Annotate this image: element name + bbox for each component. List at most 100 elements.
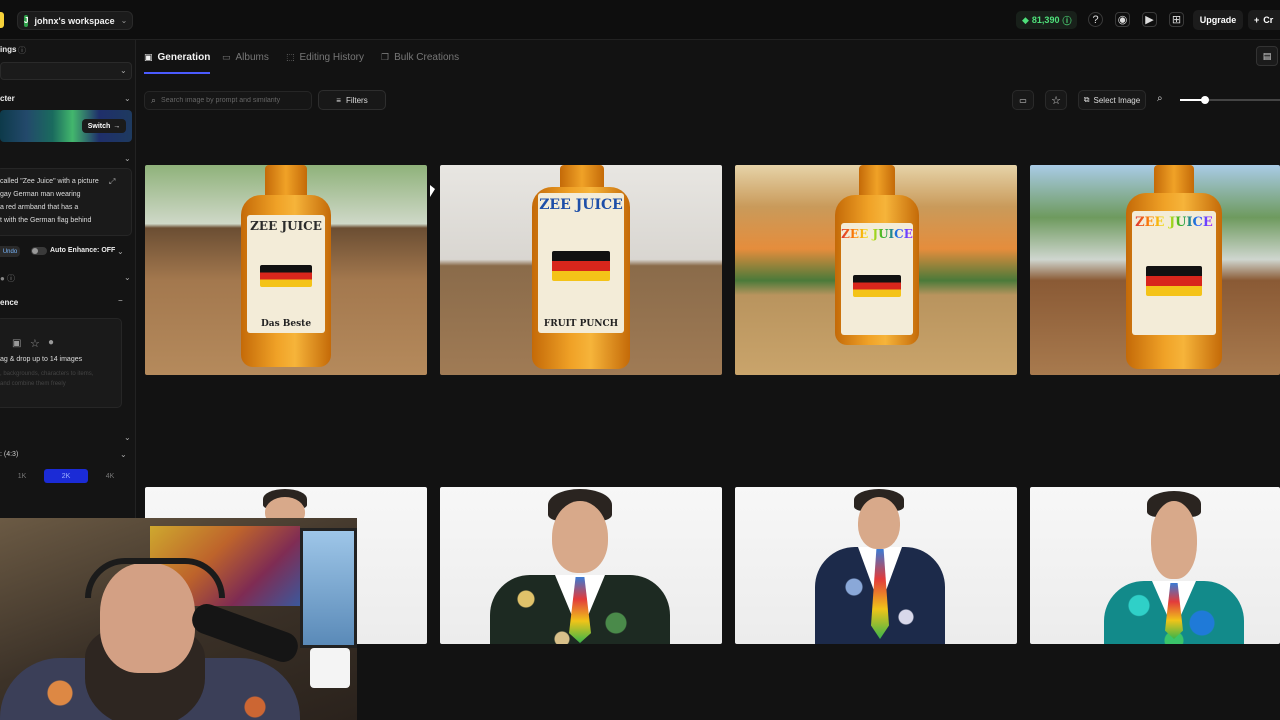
microphone	[188, 600, 302, 666]
head	[552, 501, 608, 573]
tab-bulk-creations[interactable]: ❐ Bulk Creations	[381, 50, 459, 64]
image-icon: ▣	[144, 51, 153, 62]
label-title: ZEE JUICE	[250, 219, 322, 233]
chevron-down-icon[interactable]: ⌄	[120, 450, 127, 459]
search-icon: ⌕	[151, 95, 157, 105]
head	[1151, 501, 1197, 579]
upload-subhint: and combine them freely	[0, 381, 66, 387]
select-image-button[interactable]: ⧉ Select Image	[1078, 90, 1146, 110]
chevron-down-icon[interactable]: ⌄	[124, 273, 131, 282]
zoom-slider-handle[interactable]	[1201, 96, 1209, 104]
auto-enhance-label: Auto Enhance: OFF	[50, 247, 116, 254]
chevron-down-icon[interactable]: ⌄	[117, 247, 124, 256]
image-icon: ▣	[12, 338, 22, 349]
bottle-label: ZEE JUICE FRUIT PUNCH	[538, 193, 624, 333]
video-icon[interactable]: ▶	[1142, 12, 1157, 27]
chat-icon[interactable]: ▤	[1256, 46, 1278, 66]
chevron-down-icon[interactable]: ⌄	[124, 433, 131, 442]
layout-toggle-icon[interactable]: ▭	[1012, 90, 1034, 110]
resolution-option-1k[interactable]: 1K	[0, 469, 44, 483]
star-icon[interactable]: ☆	[1045, 90, 1067, 110]
discord-icon[interactable]: ◉	[1115, 12, 1130, 27]
credits-count: 81,390	[1031, 15, 1060, 25]
gift-icon[interactable]: ⊞	[1169, 12, 1184, 27]
gallery-image[interactable]: ZEE JUICE	[735, 165, 1017, 375]
top-bar: J johnx's workspace ⌄ ◆ 81,390 ⓘ ? ◉ ▶ ⊞…	[0, 0, 1280, 40]
create-button[interactable]: + Cr	[1248, 10, 1280, 30]
resolution-selector: 1K 2K 4K	[0, 469, 132, 483]
chevron-down-icon[interactable]: ⌄	[124, 154, 131, 163]
info-icon: ⓘ	[18, 46, 26, 55]
prompt-line: gay German man wearing	[0, 191, 81, 198]
gem-icon: ◆	[1022, 14, 1029, 25]
chevron-down-icon: ⌄	[120, 66, 127, 75]
zoom-icon: ⌕	[1157, 93, 1163, 104]
switch-label: Switch	[87, 122, 111, 130]
resolution-option-2k[interactable]: 2K	[44, 469, 88, 483]
headphones	[85, 558, 225, 598]
tab-label: Generation	[157, 51, 211, 63]
select-image-label: Select Image	[1093, 95, 1141, 105]
tab-albums[interactable]: ▭ Albums	[222, 50, 269, 64]
plus-icon: +	[1254, 15, 1260, 25]
switch-button[interactable]: Switch →	[82, 119, 126, 133]
tab-label: Bulk Creations	[394, 51, 460, 63]
credits-badge[interactable]: ◆ 81,390 ⓘ	[1016, 11, 1078, 29]
gallery-image[interactable]: ZEE JUICE Das Beste	[145, 165, 427, 375]
search-bar[interactable]: ⌕	[144, 91, 312, 110]
gallery-image[interactable]: ZEE JUICE	[1030, 165, 1280, 375]
main-tabs: ▣ Generation ▭ Albums ⬚ Editing History …	[136, 40, 1280, 74]
aspect-ratio-label: : (4:3)	[0, 451, 19, 458]
monitor	[300, 528, 357, 648]
workspace-selector[interactable]: J johnx's workspace ⌄	[17, 11, 133, 30]
german-flag	[552, 251, 610, 281]
filters-label: Filters	[345, 95, 368, 105]
tab-label: Editing History	[299, 51, 364, 63]
label-subtitle: FRUIT PUNCH	[543, 319, 619, 329]
gallery-image[interactable]	[735, 487, 1017, 644]
model-select[interactable]	[0, 62, 132, 80]
gallery-image[interactable]	[440, 487, 722, 644]
settings-title: ings	[0, 45, 17, 54]
arrow-right-icon: →	[113, 122, 121, 130]
tab-label: Albums	[235, 51, 269, 63]
upgrade-button[interactable]: Upgrade	[1193, 10, 1243, 30]
label-title: ZEE JUICE	[841, 227, 913, 241]
active-tab-indicator	[144, 72, 210, 74]
resolution-option-4k[interactable]: 4K	[88, 469, 132, 483]
create-label: Cr	[1263, 15, 1274, 25]
auto-enhance-toggle[interactable]	[31, 247, 47, 255]
chevron-down-icon: ⌄	[120, 16, 128, 25]
german-flag	[853, 275, 901, 297]
search-input[interactable]	[161, 97, 302, 104]
app-logo[interactable]	[0, 12, 4, 28]
filters-button[interactable]: ≡ Filters	[318, 90, 386, 110]
reference-dropzone[interactable]	[0, 318, 122, 408]
upload-hint: ag & drop up to 14 images	[0, 356, 83, 363]
webcam-overlay	[0, 518, 357, 720]
german-flag	[1146, 265, 1202, 296]
tab-editing-history[interactable]: ⬚ Editing History	[286, 50, 364, 64]
prompt-line: called "Zee Juice" with a picture	[0, 178, 99, 185]
collapse-icon[interactable]: −	[118, 296, 123, 305]
label-subtitle: Das Beste	[260, 319, 312, 329]
help-icon: ● ⓘ	[0, 274, 16, 283]
history-icon: ⬚	[286, 51, 295, 62]
apple-icon: ●	[48, 337, 55, 348]
filter-icon: ≡	[336, 95, 341, 105]
star-icon: ☆	[30, 338, 40, 350]
gallery-image[interactable]: ZEE JUICE FRUIT PUNCH	[440, 165, 722, 375]
mouse-cursor	[430, 185, 435, 197]
zoom-slider[interactable]	[1180, 96, 1280, 104]
head	[858, 497, 900, 549]
expand-icon[interactable]: ⤢	[109, 177, 115, 187]
german-flag	[260, 265, 312, 287]
label-title: ZEE JUICE	[539, 197, 623, 213]
tab-generation[interactable]: ▣ Generation	[144, 50, 210, 64]
chevron-down-icon[interactable]: ⌄	[124, 94, 131, 103]
help-icon[interactable]: ?	[1088, 12, 1103, 27]
prompt-line: t with the German flag behind	[0, 217, 92, 224]
gallery-image[interactable]	[1030, 487, 1280, 644]
undo-button[interactable]: Undo	[0, 246, 20, 257]
prompt-line: a red armband that has a	[0, 204, 79, 211]
